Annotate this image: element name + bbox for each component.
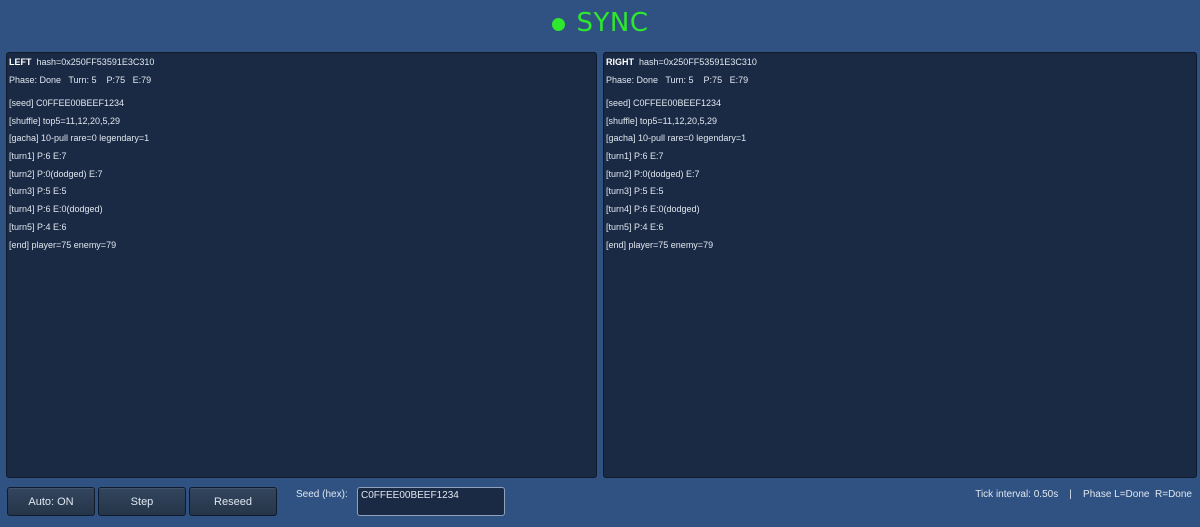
sync-indicator-icon — [551, 17, 565, 31]
tick-phase-status: Tick interval: 0.50s | Phase L=Done R=Do… — [975, 489, 1192, 500]
right-phase-info: Phase: Done Turn: 5 P:75 E:79 — [606, 75, 749, 85]
seed-input[interactable]: C0FFEE00BEEF1234 — [357, 487, 505, 516]
log-line: [turn4] P:6 E:0(dodged) — [606, 204, 700, 215]
log-line: [gacha] 10-pull rare=0 legendary=1 — [606, 133, 747, 144]
left-side-label: LEFT — [9, 57, 32, 67]
log-line: [turn1] P:6 E:7 — [9, 151, 67, 162]
auto-toggle-button[interactable]: Auto: ON — [7, 487, 95, 516]
right-log: [seed] C0FFEE00BEEF1234 [shuffle] top5=1… — [606, 95, 1194, 254]
step-button[interactable]: Step — [98, 487, 186, 516]
log-line: [turn3] P:5 E:5 — [9, 186, 67, 197]
log-line: [end] player=75 enemy=79 — [9, 239, 117, 250]
log-line: [seed] C0FFEE00BEEF1234 — [9, 98, 125, 108]
right-panel[interactable]: RIGHT hash=0x250FF53591E3C310 Phase: Don… — [603, 52, 1197, 478]
reseed-button[interactable]: Reseed — [189, 487, 277, 516]
log-line: [turn2] P:0(dodged) E:7 — [9, 168, 103, 179]
left-phase-info: Phase: Done Turn: 5 P:75 E:79 — [9, 75, 152, 85]
log-line: [turn2] P:0(dodged) E:7 — [606, 168, 700, 179]
log-line: [turn1] P:6 E:7 — [606, 151, 664, 162]
sync-status-label: SYNC — [576, 8, 649, 38]
log-line: [turn4] P:6 E:0(dodged) — [9, 204, 103, 215]
log-line: [turn5] P:4 E:6 — [9, 221, 67, 232]
left-log: [seed] C0FFEE00BEEF1234 [shuffle] top5=1… — [9, 95, 594, 254]
log-line: [end] player=75 enemy=79 — [606, 239, 714, 250]
left-panel-header: LEFT hash=0x250FF53591E3C310 — [9, 55, 594, 69]
right-side-label: RIGHT — [606, 57, 634, 67]
right-panel-header: RIGHT hash=0x250FF53591E3C310 — [606, 55, 1194, 69]
log-line: [turn5] P:4 E:6 — [606, 221, 664, 232]
log-line: [turn3] P:5 E:5 — [606, 186, 664, 197]
seed-label: Seed (hex): — [296, 489, 348, 500]
left-panel[interactable]: LEFT hash=0x250FF53591E3C310 Phase: Done… — [6, 52, 597, 478]
left-hash: hash=0x250FF53591E3C310 — [36, 57, 155, 67]
log-line: [gacha] 10-pull rare=0 legendary=1 — [9, 133, 150, 144]
log-line: [seed] C0FFEE00BEEF1234 — [606, 98, 722, 108]
log-line: [shuffle] top5=11,12,20,5,29 — [9, 115, 121, 126]
sync-status: SYNC — [0, 0, 1200, 46]
log-line: [shuffle] top5=11,12,20,5,29 — [606, 115, 718, 126]
right-hash: hash=0x250FF53591E3C310 — [639, 57, 757, 67]
